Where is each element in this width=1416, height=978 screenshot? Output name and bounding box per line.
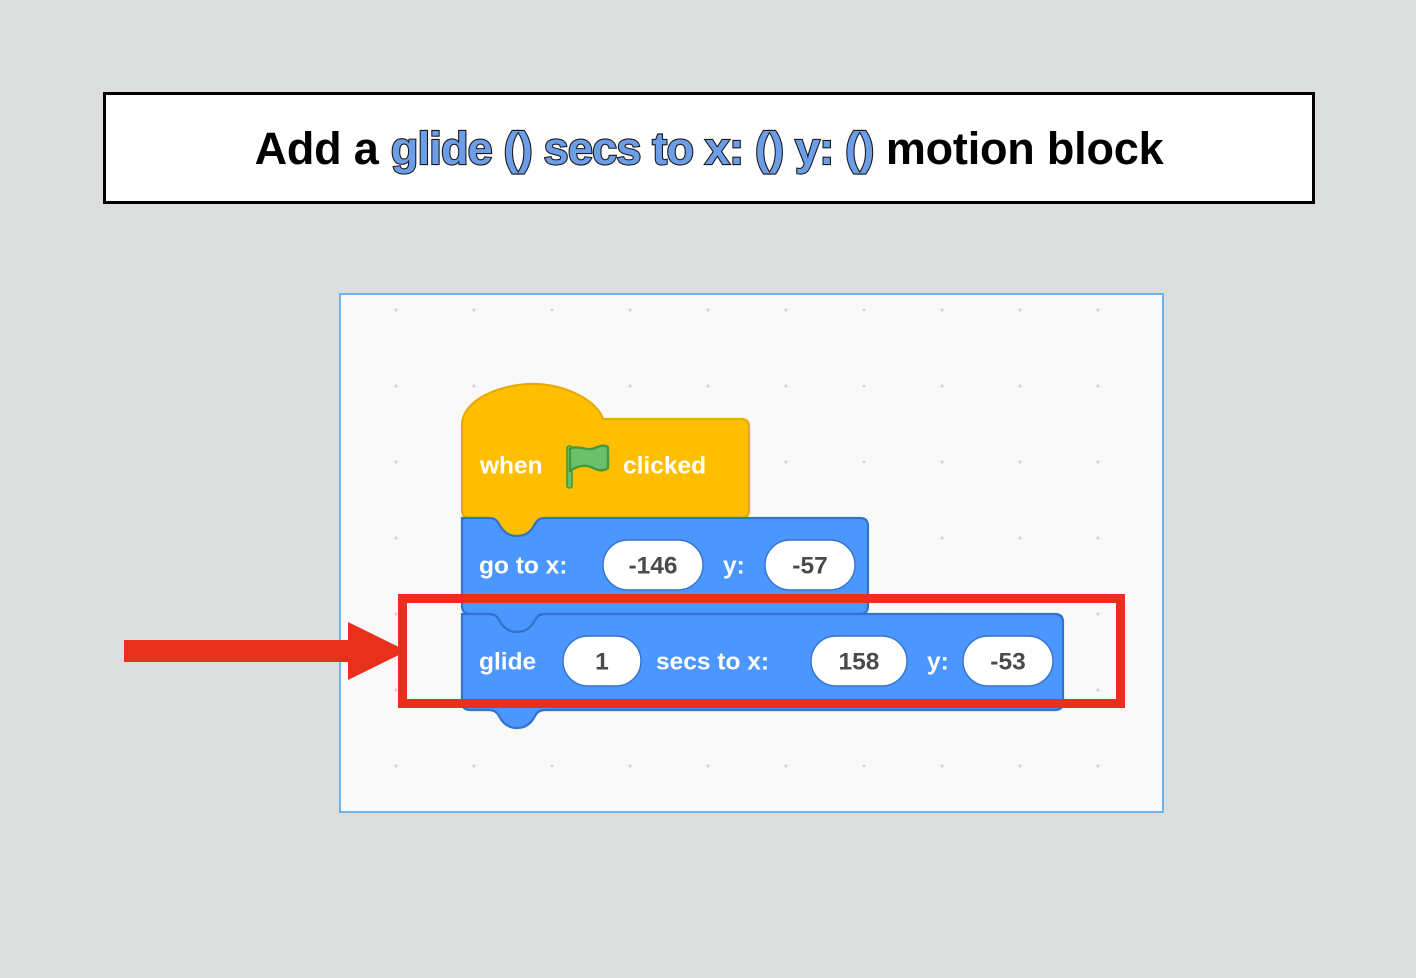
pointer-arrow: [124, 620, 409, 682]
title-suffix: motion block: [873, 122, 1164, 174]
go-to-y-input[interactable]: -57: [764, 539, 856, 591]
clicked-label: clicked: [623, 452, 706, 479]
go-to-x-input[interactable]: -146: [602, 539, 704, 591]
title-prefix: Add a: [254, 122, 391, 174]
when-label: when: [479, 452, 543, 479]
go-to-x-value: -146: [628, 552, 677, 579]
arrow-shape: [124, 622, 407, 680]
go-to-y-label: y:: [723, 552, 745, 579]
page-title: Add a glide () secs to x: () y: () motio…: [254, 122, 1164, 174]
block-when-flag-clicked[interactable]: when clicked: [460, 382, 751, 538]
go-to-y-value: -57: [792, 552, 827, 579]
go-to-x-label: go to x:: [479, 552, 567, 579]
highlight-rectangle: [398, 594, 1125, 708]
title-banner: Add a glide () secs to x: () y: () motio…: [103, 92, 1315, 204]
title-block-name: glide () secs to x: () y: (): [390, 122, 876, 174]
